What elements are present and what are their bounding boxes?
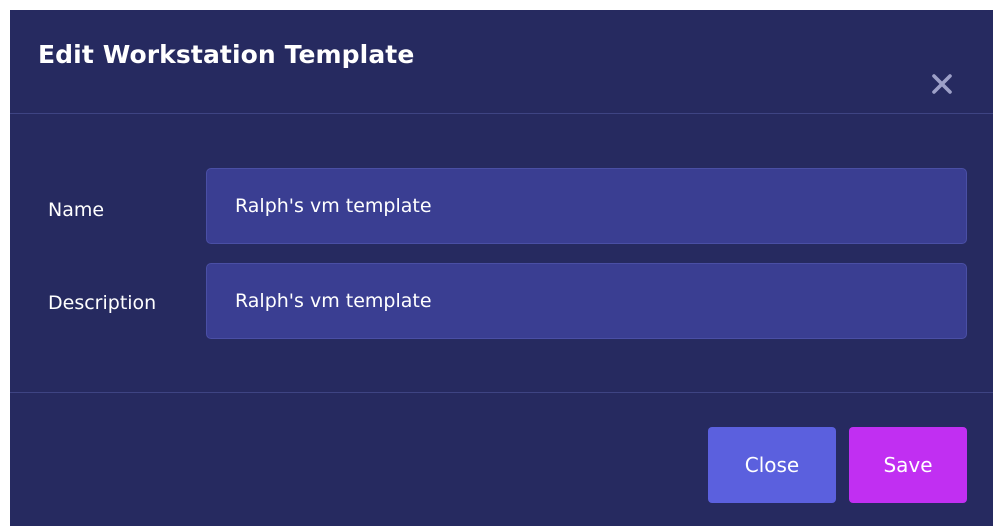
description-label: Description xyxy=(48,292,157,314)
dialog-footer: Close Save xyxy=(10,394,993,526)
dialog-title: Edit Workstation Template xyxy=(38,40,415,69)
close-icon[interactable] xyxy=(922,64,962,104)
dialog-header: Edit Workstation Template xyxy=(10,10,993,114)
name-input[interactable] xyxy=(206,168,967,244)
description-input[interactable] xyxy=(206,263,967,339)
edit-template-dialog: Edit Workstation Template Name Descripti… xyxy=(10,10,993,526)
name-label: Name xyxy=(48,199,105,221)
close-button[interactable]: Close xyxy=(708,427,836,503)
save-button[interactable]: Save xyxy=(849,427,967,503)
dialog-body: Name Description xyxy=(10,115,993,393)
